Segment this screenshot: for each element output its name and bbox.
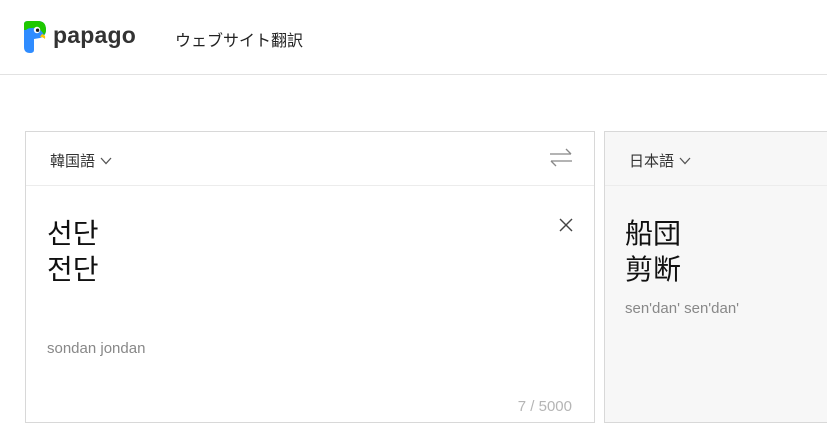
chevron-down-icon [100, 157, 112, 164]
chevron-down-icon [679, 157, 691, 164]
source-panel: 韓国語 선단 전단 sondan jondan 7 / 5000 [25, 131, 595, 423]
target-romanization: sen'dan' sen'dan' [625, 300, 740, 317]
top-header: papago ウェブサイト翻訳 [0, 0, 827, 75]
logo-text: papago [53, 21, 136, 48]
papago-logo[interactable]: papago [20, 19, 136, 55]
close-icon[interactable] [559, 218, 573, 232]
target-language-select[interactable]: 日本語 [629, 150, 691, 171]
target-panel: 日本語 船団 剪断 sen'dan' sen'dan' [604, 131, 827, 423]
character-counter: 7 / 5000 [517, 398, 572, 415]
website-translation-link[interactable]: ウェブサイト翻訳 [175, 27, 303, 51]
source-panel-header: 韓国語 [26, 132, 594, 186]
target-panel-header: 日本語 [605, 132, 827, 186]
papago-parrot-icon [24, 21, 46, 53]
translated-text: 船団 剪断 [625, 217, 682, 286]
target-language-label: 日本語 [629, 152, 675, 170]
source-language-select[interactable]: 韓国語 [50, 150, 112, 171]
swap-arrows-icon[interactable] [549, 148, 573, 168]
source-text-input[interactable]: 선단 전단 [47, 216, 99, 288]
source-romanization: sondan jondan [47, 340, 146, 357]
source-language-label: 韓国語 [50, 152, 96, 170]
